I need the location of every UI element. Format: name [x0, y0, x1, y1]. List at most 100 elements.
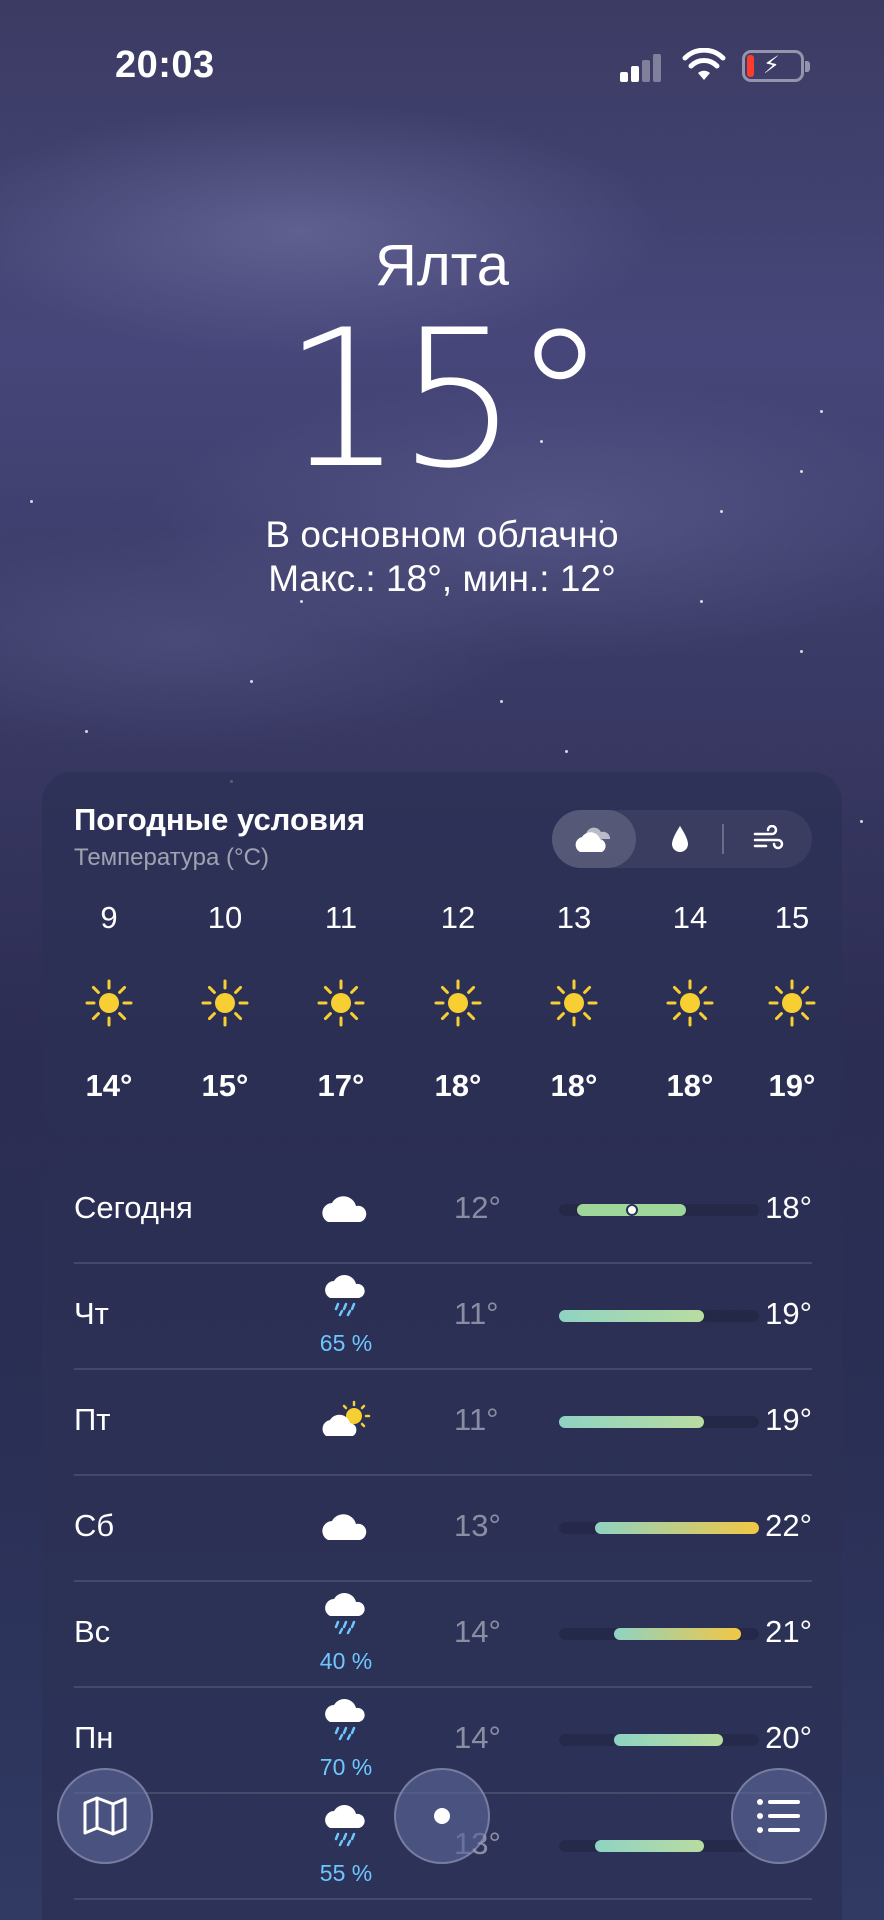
temp-range-bar [595, 1522, 759, 1534]
precipitation-chance: 70 % [319, 1754, 373, 1780]
temp-range-track [559, 1840, 759, 1852]
hour-temp: 15° [201, 1068, 249, 1103]
temp-range-track [559, 1628, 759, 1640]
hour-item: 11 17° [291, 900, 391, 1104]
list-icon [757, 1799, 800, 1833]
hour-label: 12 [440, 900, 476, 935]
day-label: Пн [74, 1720, 114, 1755]
current-temp-dot [625, 1204, 638, 1216]
temp-range-track [559, 1522, 759, 1534]
map-icon [83, 1796, 127, 1836]
day-row[interactable]: Сб 13° 22° [74, 1476, 812, 1582]
tab-precipitation[interactable] [638, 810, 722, 868]
conditions-segmented-control [552, 810, 812, 868]
day-label: Вс [74, 1614, 111, 1649]
hour-temp: 18° [666, 1068, 714, 1103]
day-row[interactable]: Сегодня 12° 18° [74, 1158, 812, 1264]
cloud-rain-icon [314, 1268, 378, 1332]
day-label: Чт [74, 1296, 109, 1331]
low-temp: 13° [454, 1508, 501, 1543]
segment-divider [722, 824, 724, 854]
day-label: Сегодня [74, 1190, 193, 1225]
sun-icon [549, 978, 599, 1028]
tab-wind[interactable] [726, 810, 810, 868]
cellular-signal-icon [620, 52, 668, 82]
wind-icon [753, 825, 784, 850]
hour-temp: 17° [317, 1068, 365, 1103]
sun-icon [84, 978, 134, 1028]
temp-range-bar [559, 1310, 705, 1322]
sun-icon [316, 978, 366, 1028]
wifi-icon [682, 47, 726, 84]
signal-bar [620, 72, 628, 82]
cloud-icon [314, 1496, 378, 1560]
low-temp: 14° [454, 1720, 501, 1755]
precipitation-chance: 65 % [319, 1330, 373, 1356]
location-dot-icon [434, 1808, 450, 1824]
hour-label: 14 [672, 900, 708, 935]
temp-range-track [559, 1310, 759, 1322]
current-temperature: 15° [282, 289, 608, 510]
hourly-forecast[interactable]: 9 14° 10 15° 11 17° 12 18° 13 18° 14 18°… [42, 900, 842, 1120]
temp-range-bar [595, 1840, 705, 1852]
cloud-rain-icon [314, 1586, 378, 1650]
day-row[interactable]: Чт 65 % 11° 19° [74, 1264, 812, 1370]
hour-label: 9 [100, 900, 118, 935]
hour-label: 15 [774, 900, 810, 935]
high-temp: 22° [765, 1508, 812, 1543]
hour-temp: 18° [434, 1068, 482, 1103]
precipitation-chance: 40 % [319, 1648, 373, 1674]
signal-bar [631, 66, 639, 82]
temp-range-bar [613, 1734, 723, 1746]
hour-temp: 19° [768, 1068, 816, 1103]
status-bar: 20:03 ⚡ [0, 40, 884, 90]
signal-bar [653, 54, 661, 82]
sun-icon [433, 978, 483, 1028]
day-label: Пт [74, 1402, 111, 1437]
temp-range-bar [559, 1416, 705, 1428]
high-temp: 21° [765, 1614, 812, 1649]
low-temp: 11° [454, 1296, 499, 1331]
condition-text: В основном облачно [265, 514, 619, 555]
high-temp: 20° [765, 1720, 812, 1755]
day-row[interactable]: Пт 11° 19° [74, 1370, 812, 1476]
hour-item: 14 18° [640, 900, 740, 1104]
map-button[interactable] [57, 1768, 153, 1864]
city-list-button[interactable] [731, 1768, 827, 1864]
hour-item: 15 19° [742, 900, 842, 1104]
cloud-rain-icon [314, 1798, 378, 1862]
hour-item: 10 15° [175, 900, 275, 1104]
sun-icon [665, 978, 715, 1028]
clouds-icon [575, 827, 611, 852]
sun-icon [767, 978, 817, 1028]
charging-bolt-icon: ⚡ [763, 52, 780, 79]
hour-label: 10 [207, 900, 243, 935]
hour-item: 13 18° [524, 900, 624, 1104]
low-temp: 11° [454, 1402, 499, 1437]
temp-range-track [559, 1416, 759, 1428]
low-temp: 12° [454, 1190, 501, 1225]
temp-range-bar [613, 1628, 741, 1640]
partly-sunny-icon [314, 1390, 378, 1454]
tab-clouds[interactable] [552, 810, 636, 868]
temp-range-track [559, 1734, 759, 1746]
signal-bar [642, 60, 650, 82]
precipitation-chance: 55 % [319, 1860, 373, 1886]
conditions-subtitle: Температура (°C) [74, 844, 269, 871]
temp-range-track [559, 1204, 759, 1216]
hour-temp: 14° [85, 1068, 133, 1103]
conditions-card[interactable]: Погодные условия Температура (°C) 9 14° … [42, 772, 842, 1137]
battery-icon: ⚡ [742, 50, 810, 82]
drop-icon [672, 826, 688, 852]
high-temp: 18° [765, 1190, 812, 1225]
sun-icon [200, 978, 250, 1028]
day-row[interactable]: Вс 40 % 14° 21° [74, 1582, 812, 1688]
cloud-rain-icon [314, 1692, 378, 1756]
high-temp: 19° [765, 1402, 812, 1437]
high-temp: 19° [765, 1296, 812, 1331]
current-location-button[interactable] [394, 1768, 490, 1864]
hour-item: 12 18° [408, 900, 508, 1104]
high-low-text: Макс.: 18°, мин.: 12° [268, 558, 616, 599]
low-temp: 14° [454, 1614, 501, 1649]
clock: 20:03 [115, 44, 215, 86]
